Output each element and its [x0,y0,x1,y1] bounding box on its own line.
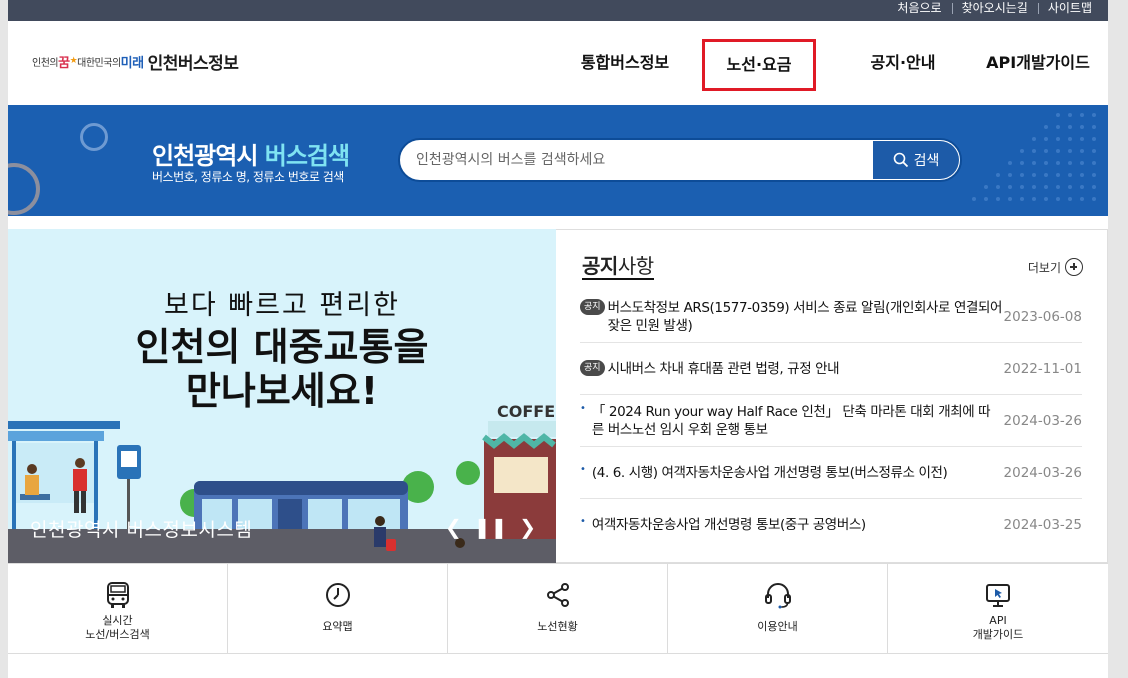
nav-notice[interactable]: 공지·안내 [838,21,968,105]
notice-tag: 공지 [580,359,605,376]
quick-menu: 실시간 노선/버스검색 요약맵 노선현황 이용안내 API 개발가이드 [8,563,1108,654]
search-icon [893,152,908,168]
decor-ring [8,163,40,215]
next-arrow-icon[interactable]: ❯ [519,515,536,539]
notice-text: (4. 6. 시행) 여객자동차운송사업 개선명령 통보(버스정류소 이전) [591,464,948,481]
notice-text: 버스도착정보 ARS(1577-0359) 서비스 종료 알림(개인회사로 연결… [607,299,1003,334]
headset-icon [764,583,791,609]
quick-summary-map[interactable]: 요약맵 [228,564,448,653]
quick-label: API 개발가이드 [972,614,1024,641]
bullet-icon: • [580,463,586,475]
util-directions-link[interactable]: 찾아오시는길 [951,0,1038,21]
nav-api-guide[interactable]: API개발가이드 [968,21,1108,105]
util-sitemap-link[interactable]: 사이트맵 [1037,0,1102,21]
visual-caption: 인천광역시 버스정보시스템 [30,519,253,541]
prev-arrow-icon[interactable]: ❮ [445,515,462,539]
share-icon [546,583,569,607]
quick-label: 요약맵 [322,620,353,633]
search-button-label: 검색 [913,153,940,169]
notice-date: 2022-11-01 [1003,360,1082,377]
banner-subtitle: 버스번호, 정류소 명, 정류소 번호로 검색 [152,170,344,184]
quick-label: 노선현황 [537,620,578,633]
notice-text: 여객자동차운송사업 개선명령 통보(중구 공영버스) [591,517,866,533]
monitor-icon [986,584,1010,607]
bus-icon [106,582,129,608]
quick-label: 이용안내 [757,620,798,633]
notice-date: 2024-03-25 [1003,517,1082,533]
notice-item[interactable]: • (4. 6. 시행) 여객자동차운송사업 개선명령 통보(버스정류소 이전) … [580,447,1082,499]
visual-line1: 보다 빠르고 편리한 [164,290,400,321]
banner-title: 인천광역시 버스검색 [152,142,350,170]
bullet-icon: • [580,516,586,527]
slider-controls: ❮ ❚❚ ❯ [445,515,536,539]
more-label: 더보기 [1027,260,1061,275]
quick-route-status[interactable]: 노선현황 [448,564,668,653]
main-nav: 통합버스정보 노선·요금 공지·안내 API개발가이드 [548,21,1108,105]
nav-route-fare-label: 노선·요금 [702,39,816,91]
quick-realtime-search[interactable]: 실시간 노선/버스검색 [8,564,228,653]
notice-more-button[interactable]: 더보기 [1028,258,1083,276]
nav-route-fare[interactable]: 노선·요금 [702,21,816,105]
notice-panel: 공지사항 더보기 공지 버스도착정보 ARS(1577-0359) 서비스 종료 … [556,229,1108,563]
notice-item[interactable]: 공지 버스도착정보 ARS(1577-0359) 서비스 종료 알림(개인회사로 … [580,291,1082,343]
quick-api-guide[interactable]: API 개발가이드 [888,564,1108,653]
nav-bus-info[interactable]: 통합버스정보 [548,21,702,105]
main-visual: 보다 빠르고 편리한 인천의 대중교통을 만나보세요! COFFE 인천광역시 … [8,229,556,563]
bullet-icon: • [580,402,586,414]
logo-text: 인천버스정보 [147,53,239,74]
notice-date: 2024-03-26 [1003,464,1082,481]
site-logo[interactable]: 인천의 꿈 ★ 대한민국의 미래 인천버스정보 [32,50,239,74]
header: 인천의 꿈 ★ 대한민국의 미래 인천버스정보 통합버스정보 노선·요금 공지·안내 A… [8,21,1108,105]
utility-bar: 처음으로 찾아오시는길 사이트맵 [8,0,1108,21]
notice-tag: 공지 [580,298,605,315]
notice-list: 공지 버스도착정보 ARS(1577-0359) 서비스 종료 알림(개인회사로 … [580,291,1082,551]
notice-date: 2024-03-26 [1003,412,1082,429]
search-box: 검색 [398,138,962,182]
visual-line2: 인천의 대중교통을 [135,325,429,369]
search-button[interactable]: 검색 [873,141,959,179]
page: 처음으로 찾아오시는길 사이트맵 인천의 꿈 ★ 대한민국의 미래 인천버스정보 통합버… [8,0,1108,678]
notice-item[interactable]: 공지 시내버스 차내 휴대품 관련 법령, 규정 안내 2022-11-01 [580,343,1082,395]
clock-icon [325,583,350,607]
cafe-sign: COFFE [497,402,555,421]
quick-label: 실시간 노선/버스검색 [85,614,150,641]
search-banner: 인천광역시 버스검색 버스번호, 정류소 명, 정류소 번호로 검색 검색 [8,105,1108,216]
notice-text: 시내버스 차내 휴대품 관련 법령, 규정 안내 [607,360,840,377]
notice-text: 「 2024 Run your way Half Race 인천」 단축 마라톤… [591,403,991,438]
notice-item[interactable]: • 「 2024 Run your way Half Race 인천」 단축 마라… [580,395,1082,447]
quick-usage-guide[interactable]: 이용안내 [668,564,888,653]
search-input[interactable] [416,140,866,180]
logo-mark: 인천의 꿈 ★ 대한민국의 미래 [32,55,144,71]
notice-item[interactable]: • 여객자동차운송사업 개선명령 통보(중구 공영버스) 2024-03-25 [580,499,1082,551]
plus-circle-icon [1065,258,1083,276]
notice-date: 2023-06-08 [1003,308,1082,325]
notice-title: 공지사항 [582,254,654,280]
util-home-link[interactable]: 처음으로 [887,0,951,21]
pause-icon[interactable]: ❚❚ [474,515,508,539]
decor-ring [80,123,108,151]
